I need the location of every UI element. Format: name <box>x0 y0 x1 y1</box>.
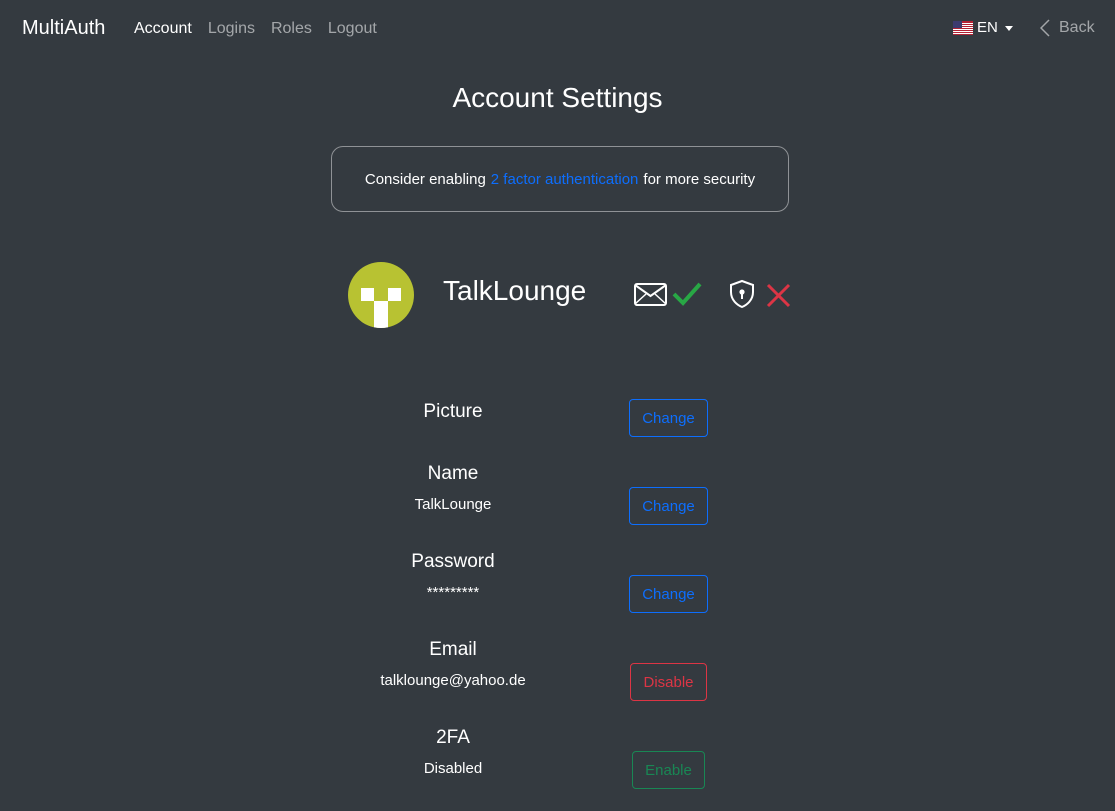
caret-down-icon <box>1004 25 1013 31</box>
envelope-icon <box>634 283 667 306</box>
nav-link-logout[interactable]: Logout <box>328 20 377 38</box>
email-value: talklounge@yahoo.de <box>380 672 526 689</box>
name-value: TalkLounge <box>414 496 492 513</box>
brand-link[interactable]: MultiAuth <box>22 17 105 40</box>
check-icon <box>672 282 702 306</box>
back-label: Back <box>1059 19 1095 36</box>
shield-lock-icon <box>730 279 754 309</box>
change-password-button[interactable]: Change <box>629 575 708 613</box>
twofa-value: Disabled <box>423 760 483 777</box>
name-label: Name <box>427 463 479 484</box>
enable-twofa-button[interactable]: Enable <box>632 751 705 789</box>
navbar: MultiAuth Account Logins Roles Logout EN… <box>0 0 1115 60</box>
email-label: Email <box>429 639 477 660</box>
nav-link-logins[interactable]: Logins <box>208 20 255 38</box>
page-title: Account Settings <box>452 82 663 113</box>
picture-label: Picture <box>423 401 483 422</box>
profile-username: TalkLounge <box>443 275 587 306</box>
password-value: ********* <box>426 584 480 601</box>
alert-suffix: for more security <box>643 170 756 188</box>
change-picture-button[interactable]: Change <box>629 399 708 437</box>
nav-link-account[interactable]: Account <box>134 20 192 38</box>
language-label: EN <box>977 19 998 36</box>
disable-email-button[interactable]: Disable <box>630 663 707 701</box>
twofa-label: 2FA <box>436 727 470 748</box>
avatar <box>348 262 414 328</box>
x-icon <box>766 283 791 308</box>
twofa-alert: Consider enabling 2 factor authenticatio… <box>331 146 789 212</box>
twofa-link[interactable]: 2 factor authentication <box>491 171 639 188</box>
alert-prefix: Consider enabling <box>364 170 486 188</box>
language-dropdown[interactable]: EN <box>953 19 1013 36</box>
nav-link-roles[interactable]: Roles <box>271 20 312 38</box>
back-link[interactable]: Back <box>1040 19 1095 37</box>
password-label: Password <box>411 551 495 572</box>
change-name-button[interactable]: Change <box>629 487 708 525</box>
flag-us-icon <box>953 20 973 35</box>
chevron-left-icon <box>1040 19 1050 37</box>
nav-links: Account Logins Roles Logout <box>134 20 393 38</box>
